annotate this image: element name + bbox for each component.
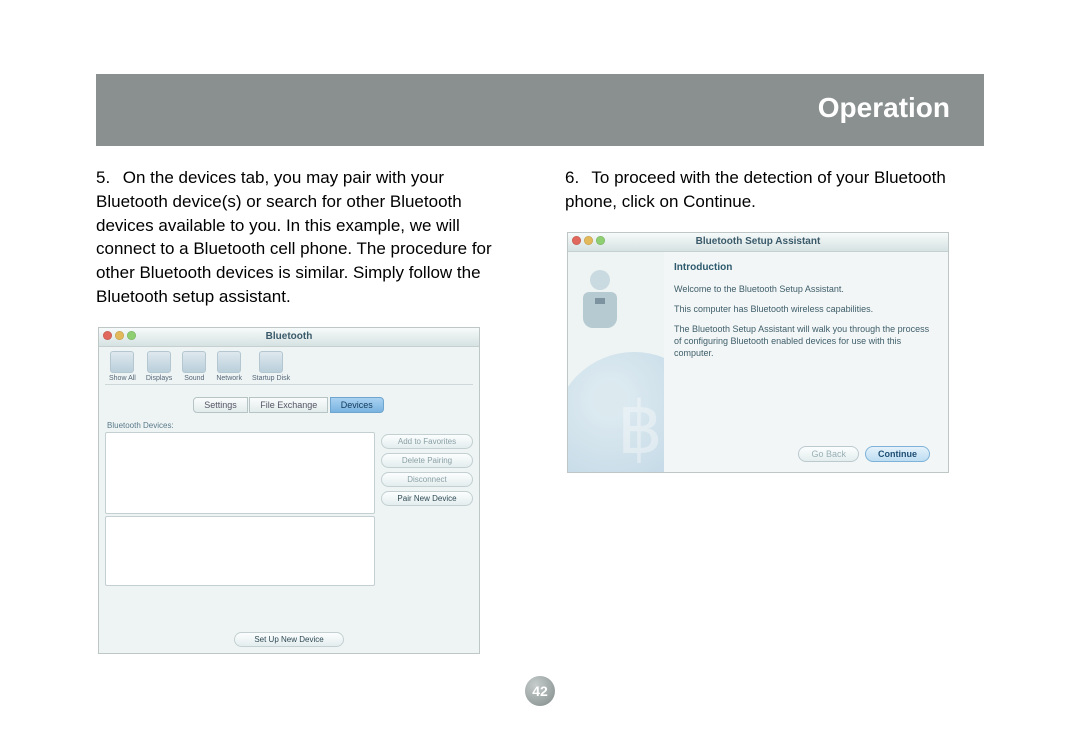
assistant-window-title: Bluetooth Setup Assistant (696, 236, 821, 247)
assistant-footer: Go Back Continue (674, 440, 934, 464)
devices-label: Bluetooth Devices: (107, 421, 375, 430)
bluetooth-icon: ฿ (617, 386, 663, 470)
window-title: Bluetooth (266, 331, 313, 342)
bluetooth-setup-assistant-window: Bluetooth Setup Assistant ฿ Introduction (567, 232, 949, 473)
displays-icon (147, 351, 171, 373)
assistant-paragraph-1: Welcome to the Bluetooth Setup Assistant… (674, 283, 934, 295)
bluetooth-prefs-window: Bluetooth Show All Displays (98, 327, 480, 654)
network-icon (217, 351, 241, 373)
add-to-favorites-button[interactable]: Add to Favorites (381, 434, 473, 449)
step-6-text: 6. To proceed with the detection of your… (565, 166, 984, 224)
device-side-buttons: Add to Favorites Delete Pairing Disconne… (381, 421, 473, 586)
step-5-body: On the devices tab, you may pair with yo… (96, 168, 492, 306)
prefs-tabs: Settings File Exchange Devices (105, 397, 473, 413)
toolbar-network[interactable]: Network (216, 351, 242, 382)
window-titlebar: Bluetooth (99, 328, 479, 347)
assistant-content: Introduction Welcome to the Bluetooth Se… (664, 252, 948, 472)
toolbar-sound[interactable]: Sound (182, 351, 206, 382)
toolbar-displays[interactable]: Displays (146, 351, 172, 382)
two-column-layout: 5. On the devices tab, you may pair with… (96, 152, 984, 654)
assistant-body: ฿ Introduction Welcome to the Bluetooth … (568, 252, 948, 472)
butler-icon (578, 270, 622, 330)
toolbar-show-all[interactable]: Show All (109, 351, 136, 382)
page-number-badge: 42 (525, 676, 555, 706)
window-traffic-lights[interactable] (103, 331, 136, 340)
step-6-number: 6. (565, 166, 587, 190)
set-up-new-device-button[interactable]: Set Up New Device (234, 632, 344, 647)
disconnect-button[interactable]: Disconnect (381, 472, 473, 487)
device-list-column: Bluetooth Devices: (105, 421, 375, 586)
operation-banner: Operation (96, 74, 984, 146)
startup-disk-icon (259, 351, 283, 373)
close-icon[interactable] (572, 236, 581, 245)
manual-page: Operation 5. On the devices tab, you may… (96, 74, 984, 694)
device-list[interactable] (105, 432, 375, 514)
tab-file-exchange[interactable]: File Exchange (249, 397, 328, 413)
assistant-traffic-lights[interactable] (572, 236, 605, 245)
zoom-icon[interactable] (596, 236, 605, 245)
step-6-body: To proceed with the detection of your Bl… (565, 168, 946, 211)
banner-title: Operation (818, 92, 950, 124)
step-5-number: 5. (96, 166, 118, 190)
zoom-icon[interactable] (127, 331, 136, 340)
minimize-icon[interactable] (584, 236, 593, 245)
continue-button[interactable]: Continue (865, 446, 930, 462)
step-5-text: 5. On the devices tab, you may pair with… (96, 166, 515, 319)
devices-area: Bluetooth Devices: Add to Favorites Dele… (105, 421, 473, 586)
right-column: 6. To proceed with the detection of your… (565, 152, 984, 654)
left-column: 5. On the devices tab, you may pair with… (96, 152, 515, 654)
bluetooth-background-icon: ฿ (568, 352, 664, 472)
assistant-paragraph-2: This computer has Bluetooth wireless cap… (674, 303, 934, 315)
pair-new-device-button[interactable]: Pair New Device (381, 491, 473, 506)
tab-devices[interactable]: Devices (330, 397, 384, 413)
show-all-icon (110, 351, 134, 373)
assistant-heading: Introduction (674, 262, 934, 273)
prefs-body: Show All Displays Sound Network (99, 347, 479, 653)
assistant-illustration: ฿ (568, 252, 664, 472)
toolbar-startup-disk[interactable]: Startup Disk (252, 351, 290, 382)
device-info-box (105, 516, 375, 586)
assistant-titlebar: Bluetooth Setup Assistant (568, 233, 948, 252)
prefs-toolbar: Show All Displays Sound Network (105, 347, 473, 385)
close-icon[interactable] (103, 331, 112, 340)
assistant-paragraph-3: The Bluetooth Setup Assistant will walk … (674, 323, 934, 359)
go-back-button[interactable]: Go Back (798, 446, 859, 462)
tab-settings[interactable]: Settings (193, 397, 248, 413)
minimize-icon[interactable] (115, 331, 124, 340)
sound-icon (182, 351, 206, 373)
delete-pairing-button[interactable]: Delete Pairing (381, 453, 473, 468)
